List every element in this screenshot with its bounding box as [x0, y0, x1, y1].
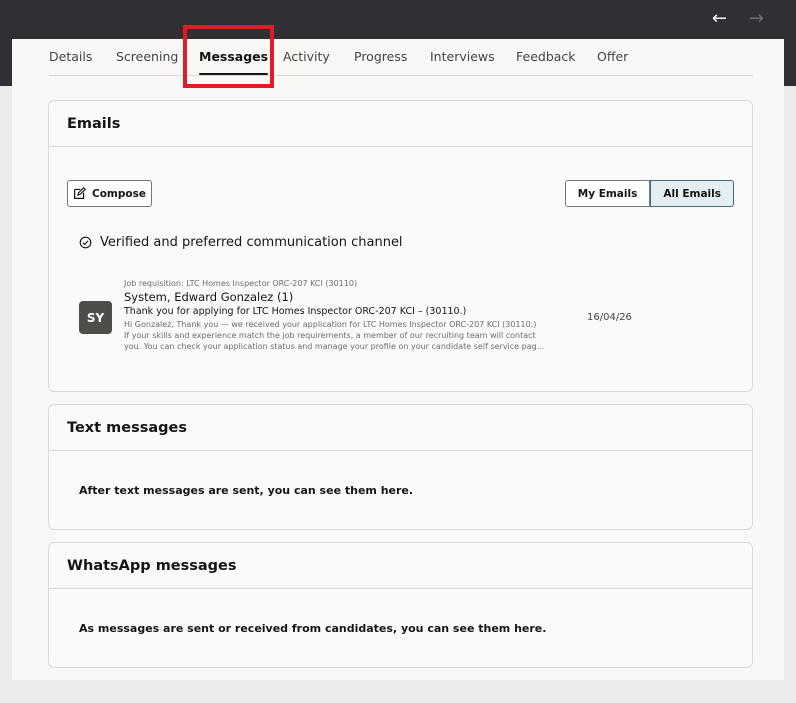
text-messages-panel: Text messages After text messages are se… [48, 404, 753, 530]
email-requisition: Job requisition: LTC Homes Inspector ORC… [124, 279, 358, 288]
tab-highlight-box [183, 25, 274, 88]
tab-feedback[interactable]: Feedback [516, 49, 576, 64]
email-preview-line: you. You can check your application stat… [124, 342, 545, 351]
edit-icon [74, 187, 87, 199]
email-preview-line: Hi Gonzalez, Thank you — we received you… [124, 320, 537, 329]
verified-channel: Verified and preferred communication cha… [79, 235, 403, 250]
all-emails-button[interactable]: All Emails [650, 180, 734, 207]
email-subject: Thank you for applying for LTC Homes Ins… [124, 306, 467, 317]
arrow-right-icon[interactable]: → [749, 10, 764, 28]
compose-button[interactable]: Compose [67, 180, 152, 207]
emails-panel: Emails Compose My Emails All Emails Veri… [48, 100, 753, 392]
tab-interviews[interactable]: Interviews [430, 49, 495, 64]
whatsapp-title: WhatsApp messages [67, 557, 237, 574]
my-emails-button[interactable]: My Emails [564, 180, 651, 207]
avatar: SY [79, 301, 112, 334]
emails-title: Emails [67, 115, 121, 132]
candidate-sheet: Details Screening Messages Activity Prog… [12, 39, 784, 680]
email-date: 16/04/26 [587, 312, 632, 323]
emails-header: Emails [49, 101, 752, 147]
tab-screening[interactable]: Screening [116, 49, 178, 64]
email-item[interactable]: SY Job requisition: LTC Homes Inspector … [79, 279, 739, 359]
whatsapp-panel: WhatsApp messages As messages are sent o… [48, 542, 753, 668]
whatsapp-header: WhatsApp messages [49, 543, 752, 589]
tab-activity[interactable]: Activity [283, 49, 330, 64]
text-messages-title: Text messages [67, 419, 187, 436]
tab-details[interactable]: Details [49, 49, 92, 64]
text-messages-header: Text messages [49, 405, 752, 451]
email-sender: System, Edward Gonzalez (1) [124, 290, 294, 304]
text-messages-empty: After text messages are sent, you can se… [79, 484, 414, 497]
tab-offer[interactable]: Offer [597, 49, 628, 64]
email-filter-toggle: My Emails All Emails [564, 180, 734, 207]
compose-label: Compose [92, 187, 146, 200]
tab-progress[interactable]: Progress [354, 49, 407, 64]
check-circle-icon [79, 236, 92, 249]
arrow-left-icon[interactable]: ← [712, 10, 727, 28]
tab-bar: Details Screening Messages Activity Prog… [49, 39, 753, 76]
whatsapp-empty: As messages are sent or received from ca… [79, 622, 547, 635]
email-preview-line: If your skills and experience match the … [124, 331, 536, 340]
email-preview: Hi Gonzalez, Thank you — we received you… [124, 319, 554, 352]
nav-arrows: ← → [712, 10, 764, 28]
email-content: Job requisition: LTC Homes Inspector ORC… [124, 279, 554, 352]
verified-text: Verified and preferred communication cha… [100, 235, 403, 250]
